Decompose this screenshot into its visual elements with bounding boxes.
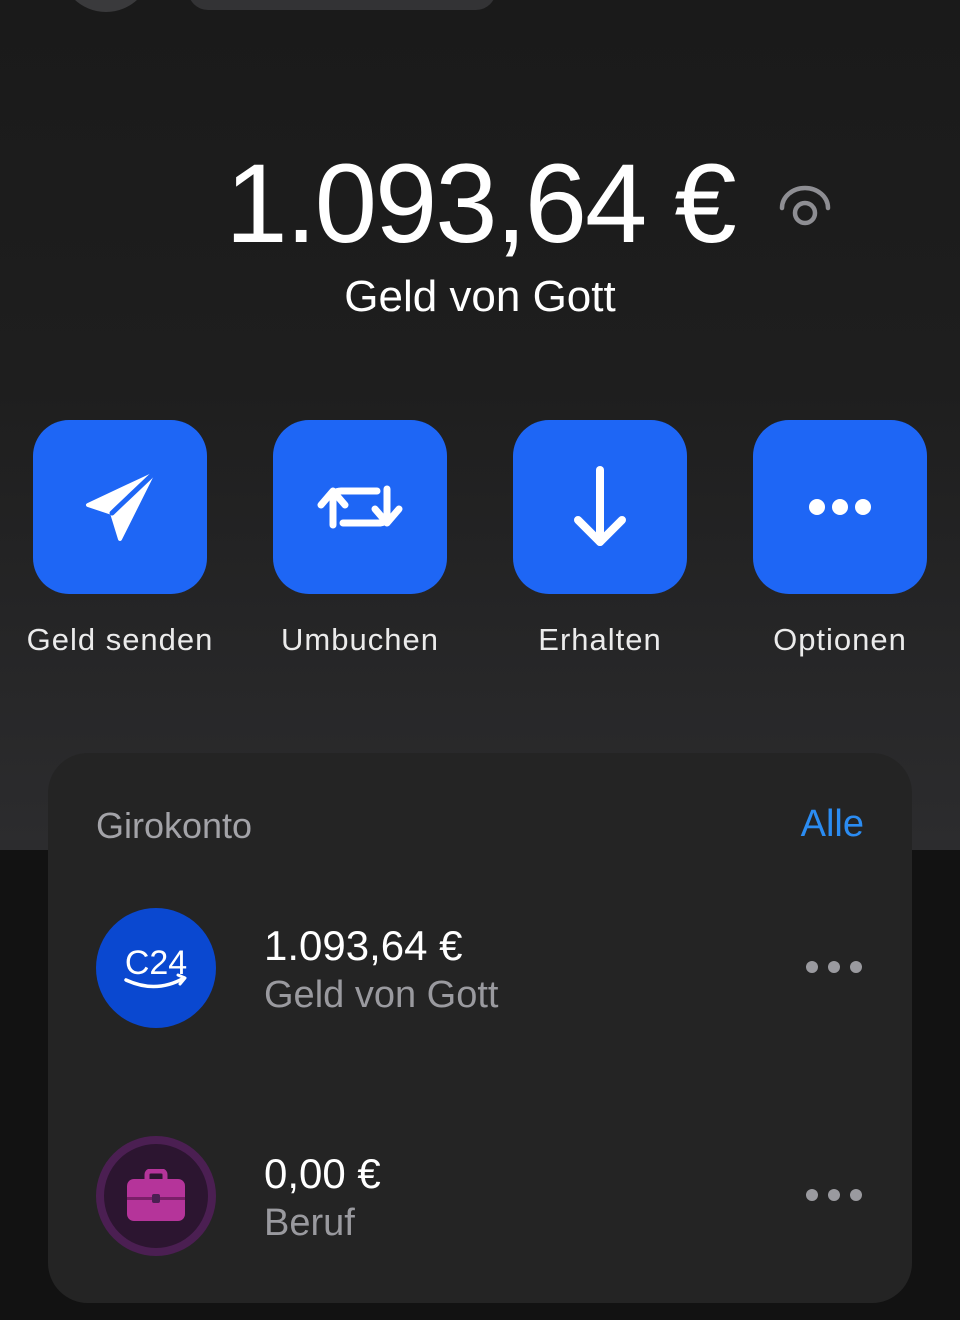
- account-row-main[interactable]: C24 1.093,64 € Geld von Gott: [48, 908, 912, 1038]
- visibility-toggle[interactable]: [776, 184, 834, 230]
- send-money-button[interactable]: Geld senden: [0, 420, 240, 658]
- eye-icon: [779, 185, 831, 226]
- briefcase-icon: [127, 1169, 185, 1221]
- job-account-logo: [96, 1136, 216, 1256]
- more-dots-icon: [806, 1189, 862, 1201]
- account-amount: 1.093,64 €: [264, 922, 463, 969]
- transfer-arrows-icon: [317, 485, 403, 529]
- arrow-down-icon: [574, 466, 626, 546]
- job-logo-inner: [104, 1144, 208, 1248]
- options-button[interactable]: Optionen: [720, 420, 960, 658]
- receive-label: Erhalten: [538, 622, 662, 657]
- send-money-label: Geld senden: [26, 622, 214, 657]
- options-label: Optionen: [773, 622, 907, 657]
- account-more-button[interactable]: [804, 952, 864, 982]
- top-pill-button[interactable]: [188, 0, 496, 10]
- transfer-tile[interactable]: [273, 420, 447, 594]
- balance-account-name: Geld von Gott: [344, 272, 616, 321]
- account-name: Beruf: [264, 1202, 355, 1244]
- receive-button[interactable]: Erhalten: [480, 420, 720, 658]
- balance-amount: 1.093,64 €: [225, 141, 736, 266]
- transfer-label: Umbuchen: [281, 622, 439, 657]
- account-more-button[interactable]: [804, 1180, 864, 1210]
- options-tile[interactable]: [753, 420, 927, 594]
- c24-logo: C24: [96, 908, 216, 1028]
- send-money-tile[interactable]: [33, 420, 207, 594]
- c24-logo-mark: C24: [124, 944, 187, 989]
- more-dots-icon: [809, 499, 871, 515]
- paper-plane-icon: [86, 472, 155, 541]
- checking-account-card: Girokonto Alle C24 1.093,64 € Geld von G…: [48, 753, 912, 1303]
- account-amount: 0,00 €: [264, 1150, 381, 1197]
- account-name: Geld von Gott: [264, 974, 499, 1016]
- more-dots-icon: [806, 961, 862, 973]
- transfer-button[interactable]: Umbuchen: [240, 420, 480, 658]
- home-screen: 1.093,64 € Geld von Gott Geld senden Umb…: [0, 0, 960, 1320]
- show-all-link[interactable]: Alle: [801, 803, 864, 846]
- receive-tile[interactable]: [513, 420, 687, 594]
- card-title: Girokonto: [96, 805, 253, 846]
- account-row-job[interactable]: 0,00 € Beruf: [48, 1136, 912, 1266]
